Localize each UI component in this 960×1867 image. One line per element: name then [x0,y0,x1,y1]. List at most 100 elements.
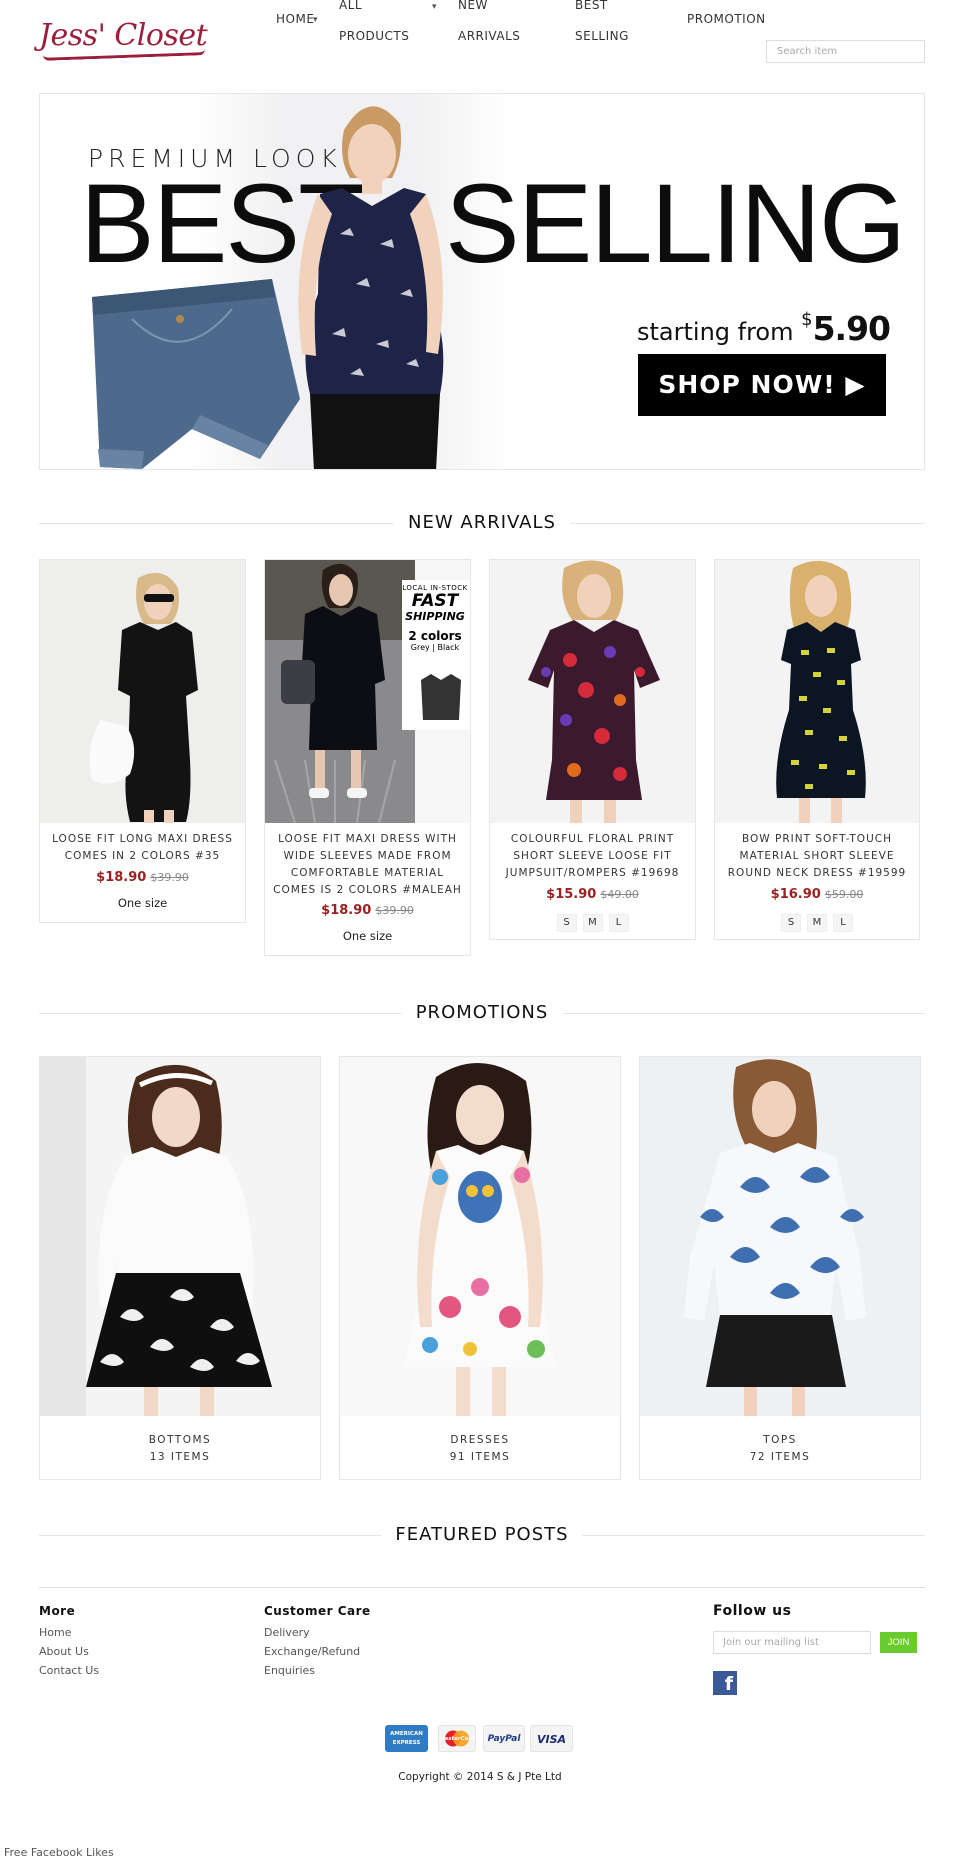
mastercard-label: MasterCard [439,1736,475,1742]
join-button[interactable]: JOIN [880,1632,917,1653]
product-old-price: $39.90 [375,904,414,917]
footer-link-contact-us[interactable]: Contact Us [39,1664,99,1677]
site-logo[interactable]: Jess' Closet [39,18,208,61]
footer-heading-follow-us: Follow us [713,1603,792,1619]
product-card[interactable]: LOOSE FIT LONG MAXI DRESS COMES IN 2 COL… [39,559,246,923]
promo-card[interactable]: TOPS 72 ITEMS [639,1056,921,1480]
size-option-l[interactable]: L [833,914,853,932]
chevron-down-icon[interactable]: ▾ [313,15,318,25]
product-old-price: $49.00 [600,888,639,901]
logo-text: Jess' Closet [39,18,208,53]
size-option-s[interactable]: S [781,914,801,932]
amex-icon: AMERICAN EXPRESS [385,1725,428,1752]
section-promotions: PROMOTIONS [39,1002,925,1024]
size-option-s[interactable]: S [556,914,577,932]
product-price: $15.90 [546,887,597,902]
product-image[interactable]: LOCAL IN-STOCK FAST SHIPPING 2 colors Gr… [265,560,470,823]
leaf-print-top-image [640,1057,920,1416]
section-title: NEW ARRIVALS [394,512,570,534]
product-card[interactable]: COLOURFUL FLORAL PRINT SHORT SLEEVE LOOS… [489,559,696,940]
product-old-price: $39.90 [150,871,189,884]
product-prices: $15.90 $49.00 [490,887,695,902]
promo-image[interactable] [640,1057,920,1416]
search-input[interactable] [766,40,925,63]
promo-image[interactable] [340,1057,620,1416]
facebook-icon[interactable]: f [713,1671,737,1695]
facebook-likes-link[interactable]: Free Facebook Likes [4,1846,114,1859]
promo-image[interactable] [40,1057,320,1416]
footer-link-enquiries[interactable]: Enquiries [264,1664,315,1677]
model-image [298,106,444,469]
product-name[interactable]: LOOSE FIT MAXI DRESS WITH WIDE SLEEVES M… [273,831,462,899]
promo-item-count: 72 ITEMS [749,1451,811,1463]
mastercard-icon: MasterCard [438,1725,476,1752]
section-new-arrivals: NEW ARRIVALS [39,512,925,534]
floral-dress-image [340,1057,620,1416]
copyright-text: Copyright © 2014 S & J Pte Ltd [398,1771,562,1783]
section-featured-posts: FEATURED POSTS [39,1524,925,1546]
product-size: One size [342,929,393,943]
black-maxi-dress-image [40,560,245,823]
product-prices: $18.90 $39.90 [265,903,470,918]
promo-category: DRESSES 91 ITEMS [340,1432,620,1466]
nav-products[interactable]: PRODUCTS [339,19,409,53]
promo-category: BOTTOMS 13 ITEMS [40,1432,320,1466]
product-card[interactable]: LOCAL IN-STOCK FAST SHIPPING 2 colors Gr… [264,559,471,956]
footer-link-home[interactable]: Home [39,1626,71,1639]
badge-line: 2 colors [408,629,462,643]
nav-arrivals[interactable]: ARRIVALS [458,19,520,53]
product-image[interactable] [490,560,695,823]
promo-card[interactable]: BOTTOMS 13 ITEMS [39,1056,321,1480]
footer-link-about-us[interactable]: About Us [39,1645,89,1658]
shop-now-button[interactable]: SHOP NOW! ▶ [638,354,886,416]
footer-heading-customer-care: Customer Care [264,1604,371,1618]
section-title: FEATURED POSTS [381,1524,583,1546]
product-prices: $18.90 $39.90 [40,870,245,885]
hero-currency: $ [801,309,813,330]
size-option-m[interactable]: M [807,914,827,932]
nav-selling[interactable]: SELLING [575,19,629,53]
size-option-l[interactable]: L [608,914,629,932]
chevron-down-icon[interactable]: ▾ [432,2,437,12]
promo-category-name[interactable]: BOTTOMS [40,1432,320,1449]
size-options: SML [715,910,919,932]
product-price: $18.90 [96,870,147,885]
bow-print-dress-image [715,560,919,823]
footer-heading-more: More [39,1604,76,1618]
footer-link-delivery[interactable]: Delivery [264,1626,310,1639]
badge-line: SHIPPING [405,610,465,623]
product-name[interactable]: COLOURFUL FLORAL PRINT SHORT SLEEVE LOOS… [498,831,687,882]
product-size: One size [117,896,168,910]
nav-home[interactable]: HOME [276,2,314,36]
hero-starting-text: starting from [637,318,802,346]
hero-banner[interactable]: PREMIUM LOOK BEST SELLING starting from … [39,93,925,470]
shipping-badge: LOCAL IN-STOCK FAST SHIPPING 2 colors Gr… [399,584,470,652]
promo-item-count: 13 ITEMS [149,1451,211,1463]
product-name[interactable]: BOW PRINT SOFT-TOUCH MATERIAL SHORT SLEE… [723,831,911,882]
product-image[interactable] [40,560,245,823]
denim-shorts-image [92,279,300,469]
hero-headline-word-2: SELLING [445,161,906,286]
promo-card[interactable]: DRESSES 91 ITEMS [339,1056,621,1480]
footer-link-exchange-refund[interactable]: Exchange/Refund [264,1645,360,1658]
site-header: Jess' Closet HOME ▾ ALL PRODUCTS ▾ NEW A… [0,0,960,80]
product-old-price: $59.00 [824,888,864,901]
nav-promotion[interactable]: PROMOTION [687,2,766,36]
promo-category: TOPS 72 ITEMS [640,1432,920,1466]
product-name[interactable]: LOOSE FIT LONG MAXI DRESS COMES IN 2 COL… [48,831,237,865]
promo-item-count: 91 ITEMS [449,1451,511,1463]
mailing-list-input[interactable] [713,1631,871,1654]
product-price: $18.90 [321,903,372,918]
hero-price: 5.90 [812,309,891,348]
swan-skirt-image [40,1057,320,1416]
section-title: PROMOTIONS [401,1002,563,1024]
product-image[interactable] [715,560,919,823]
paypal-icon: PayPal [483,1725,525,1752]
size-option-m[interactable]: M [582,914,603,932]
floral-romper-image [490,560,695,823]
product-prices: $16.90 $59.00 [715,887,919,902]
product-card[interactable]: BOW PRINT SOFT-TOUCH MATERIAL SHORT SLEE… [714,559,920,940]
product-price: $16.90 [770,887,821,902]
promo-category-name[interactable]: DRESSES [340,1432,620,1449]
promo-category-name[interactable]: TOPS [640,1432,920,1449]
